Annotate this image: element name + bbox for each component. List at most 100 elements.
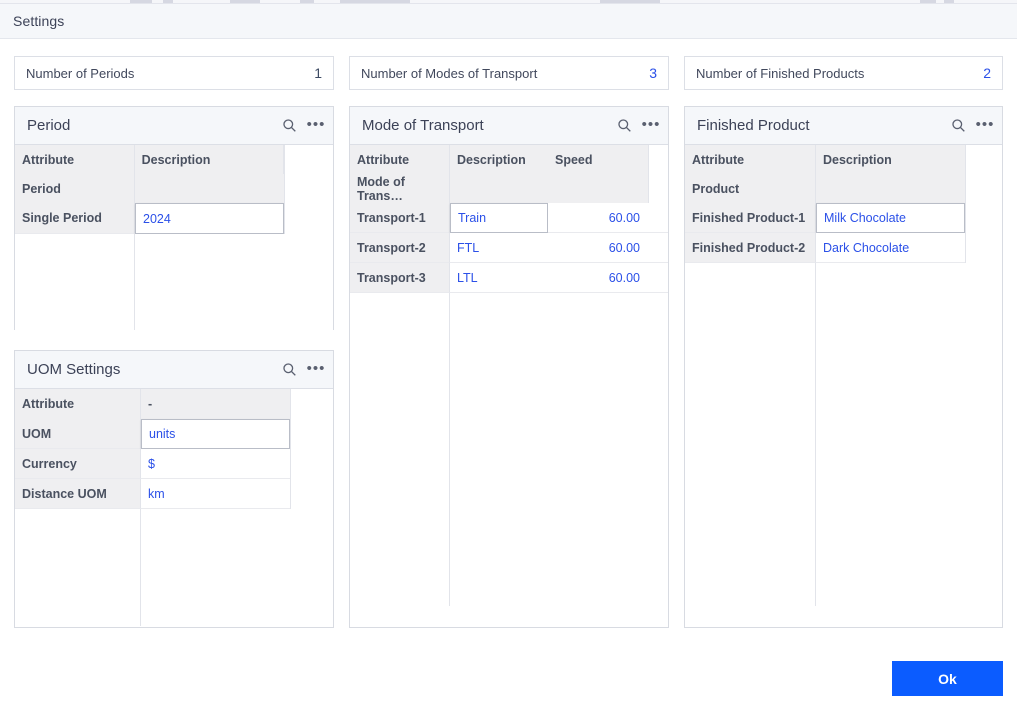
row-description-cell[interactable]: Train (450, 203, 548, 233)
row-description-cell[interactable]: km (141, 479, 290, 509)
table-row[interactable]: Single Period 2024 (15, 203, 333, 234)
table-header-row-2: Product (685, 174, 1002, 203)
row-description-cell[interactable]: 2024 (135, 203, 284, 234)
panel-period: Period ••• Attribute Description Period (14, 106, 334, 330)
search-icon[interactable] (616, 116, 632, 134)
page-title: Settings (13, 13, 65, 29)
header-attribute: Attribute (15, 145, 135, 174)
table-empty-area (15, 509, 333, 626)
table-header-row-2: Mode of Trans… (350, 174, 668, 203)
search-icon[interactable] (281, 360, 297, 378)
count-transport-modes[interactable]: Number of Modes of Transport 3 (349, 56, 669, 90)
table-row[interactable]: Transport-2 FTL 60.00 (350, 233, 668, 263)
table-empty-area (685, 263, 1002, 606)
panel-uom-settings: UOM Settings ••• Attribute - UOM units C… (14, 350, 334, 628)
table-row[interactable]: Transport-3 LTL 60.00 (350, 263, 668, 293)
row-description: 2024 (143, 211, 171, 226)
more-options-icon[interactable]: ••• (976, 116, 994, 134)
table-header-row-2: Period (15, 174, 333, 203)
settings-dialog: Settings Number of Periods 1 Number of M… (0, 0, 1017, 709)
row-description-cell[interactable]: $ (141, 449, 290, 479)
row-description-cell[interactable]: Milk Chocolate (816, 203, 965, 233)
more-options-icon[interactable]: ••• (307, 360, 325, 378)
panel-transport-header: Mode of Transport ••• (350, 107, 668, 145)
header-attribute: Attribute (15, 389, 141, 419)
count-finished-products[interactable]: Number of Finished Products 2 (684, 56, 1003, 90)
row-speed[interactable]: 60.00 (548, 233, 648, 263)
count-transport-modes-value: 3 (649, 65, 657, 81)
count-finished-products-label: Number of Finished Products (696, 66, 865, 81)
table-row[interactable]: Distance UOM km (15, 479, 333, 509)
count-periods[interactable]: Number of Periods 1 (14, 56, 334, 90)
table-empty-area (15, 234, 333, 330)
panel-product-header: Finished Product ••• (685, 107, 1002, 145)
panel-mode-of-transport: Mode of Transport ••• Attribute Descript… (349, 106, 669, 628)
count-periods-label: Number of Periods (26, 66, 135, 81)
panel-product-grid: Attribute Description Product Finished P… (685, 145, 1002, 606)
table-row[interactable]: UOM units (15, 419, 333, 449)
header-attribute-sub: Period (15, 174, 135, 203)
header-description-sub (135, 174, 284, 203)
row-attribute: Single Period (15, 203, 135, 234)
search-icon[interactable] (950, 116, 966, 134)
row-description: FTL (457, 240, 480, 255)
header-speed: Speed (555, 152, 593, 167)
more-options-icon[interactable]: ••• (642, 116, 660, 134)
table-empty-area (350, 293, 668, 606)
table-header-row-1: Attribute - (15, 389, 333, 419)
panel-transport-title: Mode of Transport (362, 117, 484, 134)
row-attribute: UOM (15, 419, 141, 449)
row-attribute: Distance UOM (15, 479, 141, 509)
table-header-row-1: Attribute Description (685, 145, 1002, 174)
table-row[interactable]: Finished Product-2 Dark Chocolate (685, 233, 1002, 263)
header-filler (284, 145, 333, 174)
header-description: Description (823, 152, 892, 167)
table-row[interactable]: Transport-1 Train 60.00 (350, 203, 668, 233)
table-row[interactable]: Currency $ (15, 449, 333, 479)
count-periods-value: 1 (314, 65, 322, 81)
row-attribute: Currency (15, 449, 141, 479)
ok-button[interactable]: Ok (892, 661, 1003, 696)
panel-product-title: Finished Product (697, 117, 810, 134)
row-description: LTL (457, 270, 478, 285)
row-description-cell[interactable]: FTL (450, 233, 548, 263)
search-icon[interactable] (281, 116, 297, 134)
header-description: Description (141, 152, 211, 167)
header-attribute-sub: Product (685, 174, 816, 203)
row-attribute: Transport-2 (350, 233, 450, 263)
row-description: units (149, 427, 176, 441)
panel-finished-product: Finished Product ••• Attribute Descripti… (684, 106, 1003, 628)
header-description: Description (457, 152, 526, 167)
panel-uom-title: UOM Settings (27, 361, 121, 378)
row-description-cell[interactable]: Dark Chocolate (816, 233, 965, 263)
count-finished-products-value: 2 (983, 65, 991, 81)
panel-transport-grid: Attribute Description Speed Mode of Tran… (350, 145, 668, 606)
row-description: Train (458, 211, 487, 225)
panel-period-grid: Attribute Description Period Single Peri… (15, 145, 333, 330)
table-row[interactable]: Finished Product-1 Milk Chocolate (685, 203, 1002, 233)
row-attribute: Transport-1 (350, 203, 450, 233)
dialog-titlebar: Settings (0, 4, 1017, 39)
row-speed[interactable]: 60.00 (548, 263, 648, 293)
row-description: $ (148, 456, 155, 471)
row-attribute: Finished Product-2 (685, 233, 816, 263)
header-attribute: Attribute (350, 145, 450, 174)
header-attribute: Attribute (685, 145, 816, 174)
row-speed[interactable]: 60.00 (548, 203, 648, 233)
header-attribute-sub: Mode of Trans… (350, 174, 450, 203)
row-description-cell[interactable]: units (141, 419, 290, 449)
panel-period-header: Period ••• (15, 107, 333, 145)
count-transport-modes-label: Number of Modes of Transport (361, 66, 538, 81)
row-attribute: Finished Product-1 (685, 203, 816, 233)
table-header-row-1: Attribute Description (15, 145, 333, 174)
header-speed-sub (548, 174, 648, 203)
header-description-sub (450, 174, 548, 203)
more-options-icon[interactable]: ••• (307, 116, 325, 134)
header-description: - (148, 397, 153, 411)
panel-uom-grid: Attribute - UOM units Currency $ Distanc… (15, 389, 333, 626)
table-header-row-1: Attribute Description Speed (350, 145, 668, 174)
row-description: km (148, 486, 165, 501)
panel-uom-header: UOM Settings ••• (15, 351, 333, 389)
panel-period-title: Period (27, 117, 71, 134)
row-description-cell[interactable]: LTL (450, 263, 548, 293)
